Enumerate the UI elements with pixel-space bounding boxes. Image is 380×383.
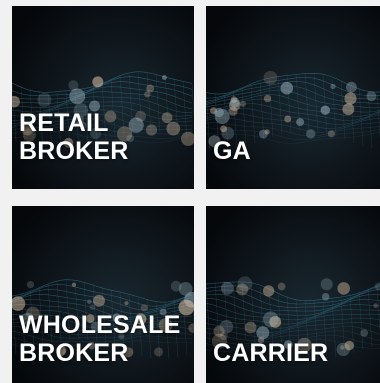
- bokeh-dot: [220, 281, 234, 295]
- bokeh-dot: [373, 303, 379, 309]
- bokeh-dot: [145, 124, 158, 136]
- bokeh-dot: [320, 105, 330, 115]
- bokeh-dot: [296, 118, 305, 127]
- bokeh-dot: [166, 121, 181, 136]
- bokeh-dot: [124, 301, 129, 306]
- bokeh-dot: [277, 282, 286, 291]
- bokeh-dot: [230, 97, 240, 108]
- bokeh-dot: [161, 112, 173, 123]
- bokeh-dot: [342, 103, 355, 116]
- tile-label-line: GA: [213, 137, 251, 165]
- bokeh-dot: [135, 110, 146, 122]
- bokeh-dot: [214, 109, 230, 124]
- bokeh-dot: [337, 282, 350, 295]
- bokeh-dot: [239, 100, 246, 107]
- tile-ga[interactable]: GA: [206, 6, 380, 189]
- tile-label: RETAIL BROKER: [19, 109, 129, 165]
- bokeh-dot: [320, 278, 333, 291]
- bokeh-dot: [321, 293, 330, 301]
- bokeh-dot: [68, 80, 79, 91]
- bokeh-dot: [262, 285, 275, 297]
- tile-carrier[interactable]: CARRIER: [206, 206, 380, 383]
- bokeh-dot: [327, 130, 335, 138]
- bokeh-dot: [263, 311, 279, 328]
- bokeh-dot: [344, 340, 354, 351]
- tile-retail-broker[interactable]: RETAIL BROKER: [12, 6, 194, 189]
- bokeh-dot: [344, 92, 357, 105]
- role-tile-grid: RETAIL BROKER GA WHOLESALE BROKER CARRIE…: [0, 0, 380, 383]
- bokeh-dot: [306, 129, 316, 139]
- bokeh-dot: [346, 81, 357, 93]
- bokeh-dot: [89, 304, 96, 310]
- tile-label-line: CARRIER: [213, 339, 329, 367]
- bokeh-dot: [26, 281, 35, 289]
- bokeh-dot: [144, 91, 151, 98]
- tile-label-line: BROKER: [19, 137, 129, 165]
- bokeh-dot: [236, 283, 249, 296]
- bokeh-dot: [37, 92, 52, 107]
- bokeh-dot: [366, 91, 377, 102]
- bokeh-dot: [69, 88, 86, 105]
- bokeh-dot: [178, 282, 193, 296]
- bokeh-dot: [93, 294, 105, 307]
- bokeh-dot: [360, 329, 368, 337]
- tile-label: GA: [213, 137, 251, 165]
- bokeh-dot: [263, 94, 272, 103]
- tile-label-line: WHOLESALE: [19, 311, 181, 339]
- bokeh-dot: [263, 70, 278, 85]
- bokeh-dot: [162, 75, 167, 80]
- bokeh-dot: [219, 319, 234, 334]
- tile-wholesale-broker[interactable]: WHOLESALE BROKER: [12, 206, 194, 383]
- bokeh-dot: [87, 299, 92, 305]
- bokeh-dot: [220, 125, 227, 133]
- bokeh-dot: [330, 83, 336, 90]
- bokeh-dot: [280, 81, 294, 95]
- tile-label-line: RETAIL: [19, 109, 109, 137]
- tile-label-line: BROKER: [19, 339, 129, 367]
- bokeh-dot: [259, 129, 268, 139]
- bokeh-dot: [256, 326, 270, 340]
- bokeh-dot: [244, 321, 257, 334]
- bokeh-dot: [284, 115, 292, 123]
- bokeh-dot: [71, 282, 76, 287]
- tile-label: CARRIER: [213, 339, 328, 367]
- tile-label: WHOLESALE BROKER: [19, 311, 181, 367]
- bokeh-dot: [92, 76, 104, 88]
